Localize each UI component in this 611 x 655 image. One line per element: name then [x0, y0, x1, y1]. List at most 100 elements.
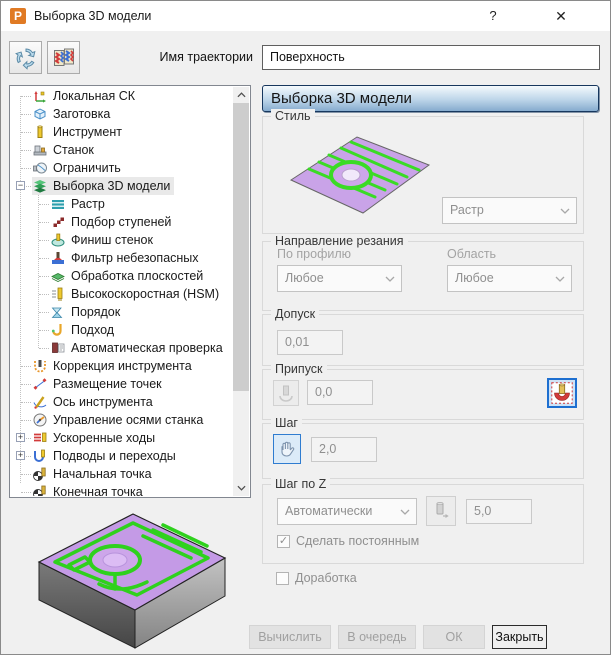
auto-check-icon	[50, 340, 66, 356]
fillet-check-icon	[551, 382, 573, 404]
stock-group: Припуск 0,0	[262, 362, 584, 420]
tree-item-roughing-3d[interactable]: − Выборка 3D модели	[11, 177, 232, 195]
queue-button[interactable]: В очередь	[338, 625, 416, 649]
step-input[interactable]: 2,0	[311, 437, 377, 462]
tree-item-raster[interactable]: Растр	[11, 195, 232, 213]
app-logo-icon: P	[10, 8, 26, 24]
tree-item-planes-machining[interactable]: Обработка плоскостей	[11, 267, 232, 285]
tree-item-tool[interactable]: Инструмент	[11, 123, 232, 141]
tree-item-step-pickout[interactable]: Подбор ступеней	[11, 213, 232, 231]
scrollbar-thumb[interactable]	[233, 103, 249, 391]
tree-item-end-point[interactable]: Конечная точка	[11, 483, 232, 496]
step-group-label: Шаг	[271, 416, 302, 430]
scroll-down-icon[interactable]	[233, 480, 249, 496]
tree-item-unsafe-filter[interactable]: Фильтр небезопасных	[11, 249, 232, 267]
style-dropdown[interactable]: Растр	[442, 197, 577, 224]
tree-guide-line	[20, 96, 21, 483]
tree-item-limit[interactable]: Ограничить	[11, 159, 232, 177]
z-step-tool-button[interactable]	[426, 496, 456, 526]
tree-item-machine[interactable]: Станок	[11, 141, 232, 159]
tool-icon	[32, 124, 48, 140]
z-step-group-label: Шаг по Z	[271, 477, 331, 491]
step-pickout-icon	[50, 214, 66, 230]
order-icon	[50, 304, 66, 320]
points-placement-icon	[32, 376, 48, 392]
window-title: Выборка 3D модели	[34, 9, 152, 23]
tree-scrollbar[interactable]	[233, 87, 249, 496]
tree-item-tool-correction[interactable]: Коррекция инструмента	[11, 357, 232, 375]
make-constant-checkbox[interactable]: ✓ Сделать постоянным	[277, 534, 419, 548]
calculate-button[interactable]: Вычислить	[249, 625, 331, 649]
z-step-group: Шаг по Z Автоматически 5,0 ✓ Сделать пос…	[262, 477, 584, 564]
recalculate-button[interactable]	[9, 41, 42, 74]
manual-hand-icon	[277, 439, 297, 459]
workpiece-icon	[32, 106, 48, 122]
title-bar: P Выборка 3D модели ? ✕	[1, 1, 610, 31]
pattern-cards-icon	[52, 46, 76, 70]
tree-item-leads-links[interactable]: + Подводы и переходы	[11, 447, 232, 465]
stock-tool-icon	[276, 383, 296, 403]
close-dialog-button[interactable]: Закрыть	[492, 625, 547, 649]
tree-item-workpiece[interactable]: Заготовка	[11, 105, 232, 123]
pattern-cards-button[interactable]	[47, 41, 80, 74]
limit-icon	[32, 160, 48, 176]
tree-item-rapid-moves[interactable]: + Ускоренные ходы	[11, 429, 232, 447]
tree-item-tool-axis[interactable]: Ось инструмента	[11, 393, 232, 411]
manual-step-button[interactable]	[273, 434, 301, 464]
profile-dropdown[interactable]: Любое	[277, 265, 402, 292]
tree-item-order[interactable]: Порядок	[11, 303, 232, 321]
stock-input[interactable]: 0,0	[307, 380, 373, 405]
close-button[interactable]: ✕	[541, 1, 581, 31]
ok-button[interactable]: ОК	[423, 625, 485, 649]
hsm-icon	[50, 286, 66, 302]
trajectory-name-label: Имя траектории	[159, 50, 253, 64]
rework-checkbox[interactable]: Доработка	[276, 571, 357, 585]
tolerance-group-label: Допуск	[271, 307, 320, 321]
panel-header: Выборка 3D модели	[262, 85, 599, 112]
collapse-expander[interactable]: −	[16, 181, 25, 190]
expand-expander[interactable]: +	[16, 451, 25, 460]
operations-tree: Локальная СК Заготовка Инструмент Станок…	[9, 85, 251, 498]
footer-buttons: Вычислить В очередь ОК Закрыть	[249, 625, 547, 649]
expand-expander[interactable]: +	[16, 433, 25, 442]
z-step-input[interactable]: 5,0	[466, 499, 532, 524]
chevron-down-icon	[394, 499, 416, 524]
end-point-icon	[32, 484, 48, 496]
area-dropdown[interactable]: Любое	[447, 265, 572, 292]
planes-machining-icon	[50, 268, 66, 284]
checkbox-checked-icon: ✓	[277, 534, 290, 548]
tool-step-icon	[431, 501, 451, 521]
tool-axis-icon	[32, 394, 48, 410]
model-3d-preview	[37, 513, 227, 649]
help-button[interactable]: ?	[473, 1, 513, 31]
approach-icon	[50, 322, 66, 338]
start-point-icon	[32, 466, 48, 482]
machine-icon	[32, 142, 48, 158]
leads-links-icon	[32, 448, 48, 464]
tree-item-start-point[interactable]: Начальная точка	[11, 465, 232, 483]
tolerance-input[interactable]: 0,01	[277, 330, 343, 355]
tree-item-auto-check[interactable]: Автоматическая проверка	[11, 339, 232, 357]
checkbox-unchecked-icon	[276, 571, 289, 585]
tree-item-approach[interactable]: Подход	[11, 321, 232, 339]
area-label: Область	[447, 247, 497, 261]
raster-icon	[50, 196, 66, 212]
roughing-3d-icon	[32, 178, 48, 194]
trajectory-name-input[interactable]: Поверхность	[262, 45, 600, 70]
style-group-label: Стиль	[271, 109, 315, 123]
tree-item-points-placement[interactable]: Размещение точек	[11, 375, 232, 393]
cut-direction-group: Направление резания По профилю Любое Обл…	[262, 234, 584, 311]
scroll-up-icon[interactable]	[233, 87, 249, 103]
tree-item-local-cs[interactable]: Локальная СК	[11, 87, 232, 105]
machine-axes-icon	[32, 412, 48, 428]
stock-group-label: Припуск	[271, 362, 327, 376]
profile-label: По профилю	[277, 247, 352, 261]
tree-item-wall-finish[interactable]: Финиш стенок	[11, 231, 232, 249]
tree-item-machine-axes[interactable]: Управление осями станка	[11, 411, 232, 429]
unsafe-filter-icon	[50, 250, 66, 266]
recalculate-icon	[14, 46, 38, 70]
stock-tool-button[interactable]	[273, 380, 299, 406]
z-step-mode-dropdown[interactable]: Автоматически	[277, 498, 417, 525]
tree-item-hsm[interactable]: Высокоскоростная (HSM)	[11, 285, 232, 303]
fillet-check-button[interactable]	[547, 378, 577, 408]
